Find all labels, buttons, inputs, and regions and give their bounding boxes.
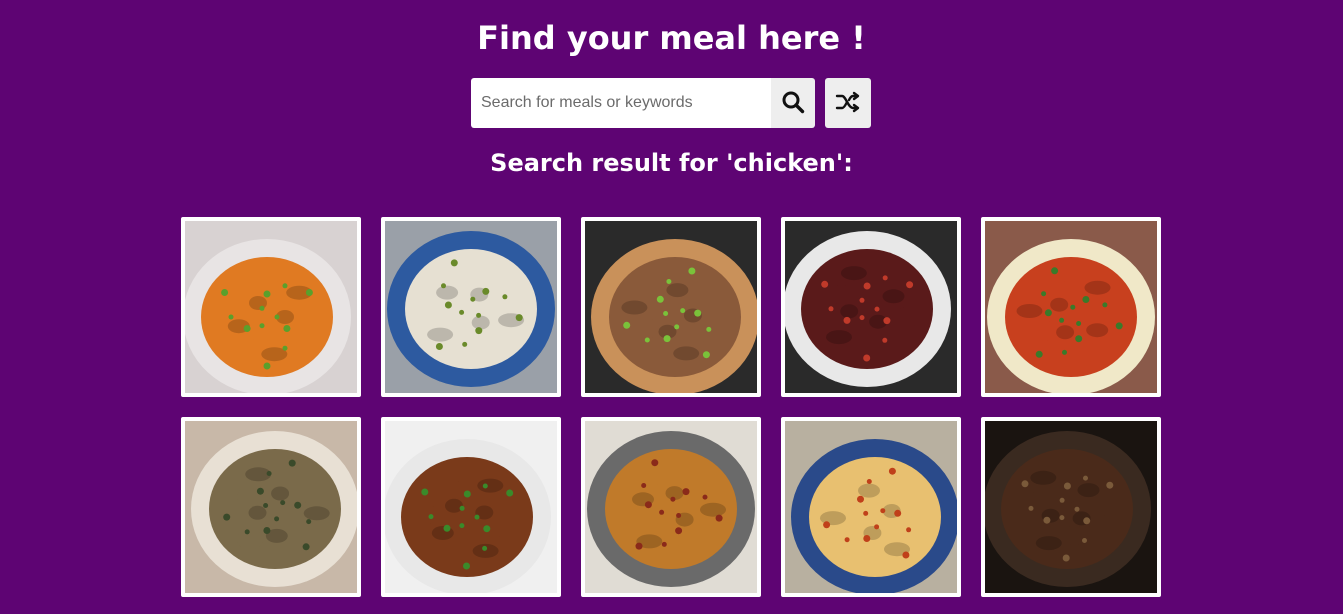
meal-card[interactable] xyxy=(181,417,361,597)
meal-image xyxy=(585,221,757,393)
search-input[interactable] xyxy=(471,78,771,128)
meal-card[interactable] xyxy=(981,417,1161,597)
meal-image xyxy=(585,421,757,593)
meal-image xyxy=(185,421,357,593)
meal-image xyxy=(385,221,557,393)
meal-image xyxy=(985,421,1157,593)
search-icon xyxy=(781,90,805,117)
meal-image xyxy=(185,221,357,393)
page-title: Find your meal here ! xyxy=(477,19,866,57)
search-result-heading: Search result for 'chicken': xyxy=(490,149,853,177)
meal-card[interactable] xyxy=(981,217,1161,397)
meal-card[interactable] xyxy=(181,217,361,397)
meal-image xyxy=(785,421,957,593)
search-button[interactable] xyxy=(771,78,815,128)
meal-card[interactable] xyxy=(581,217,761,397)
meal-card[interactable] xyxy=(381,217,561,397)
meal-image xyxy=(785,221,957,393)
shuffle-icon xyxy=(835,91,861,116)
meal-image xyxy=(985,221,1157,393)
meals-grid xyxy=(181,217,1161,597)
meal-card[interactable] xyxy=(781,417,961,597)
search-bar xyxy=(471,78,871,128)
meal-image xyxy=(385,421,557,593)
meal-card[interactable] xyxy=(381,417,561,597)
meal-card[interactable] xyxy=(581,417,761,597)
search-form xyxy=(471,78,815,128)
meal-card[interactable] xyxy=(781,217,961,397)
random-meal-button[interactable] xyxy=(825,78,871,128)
